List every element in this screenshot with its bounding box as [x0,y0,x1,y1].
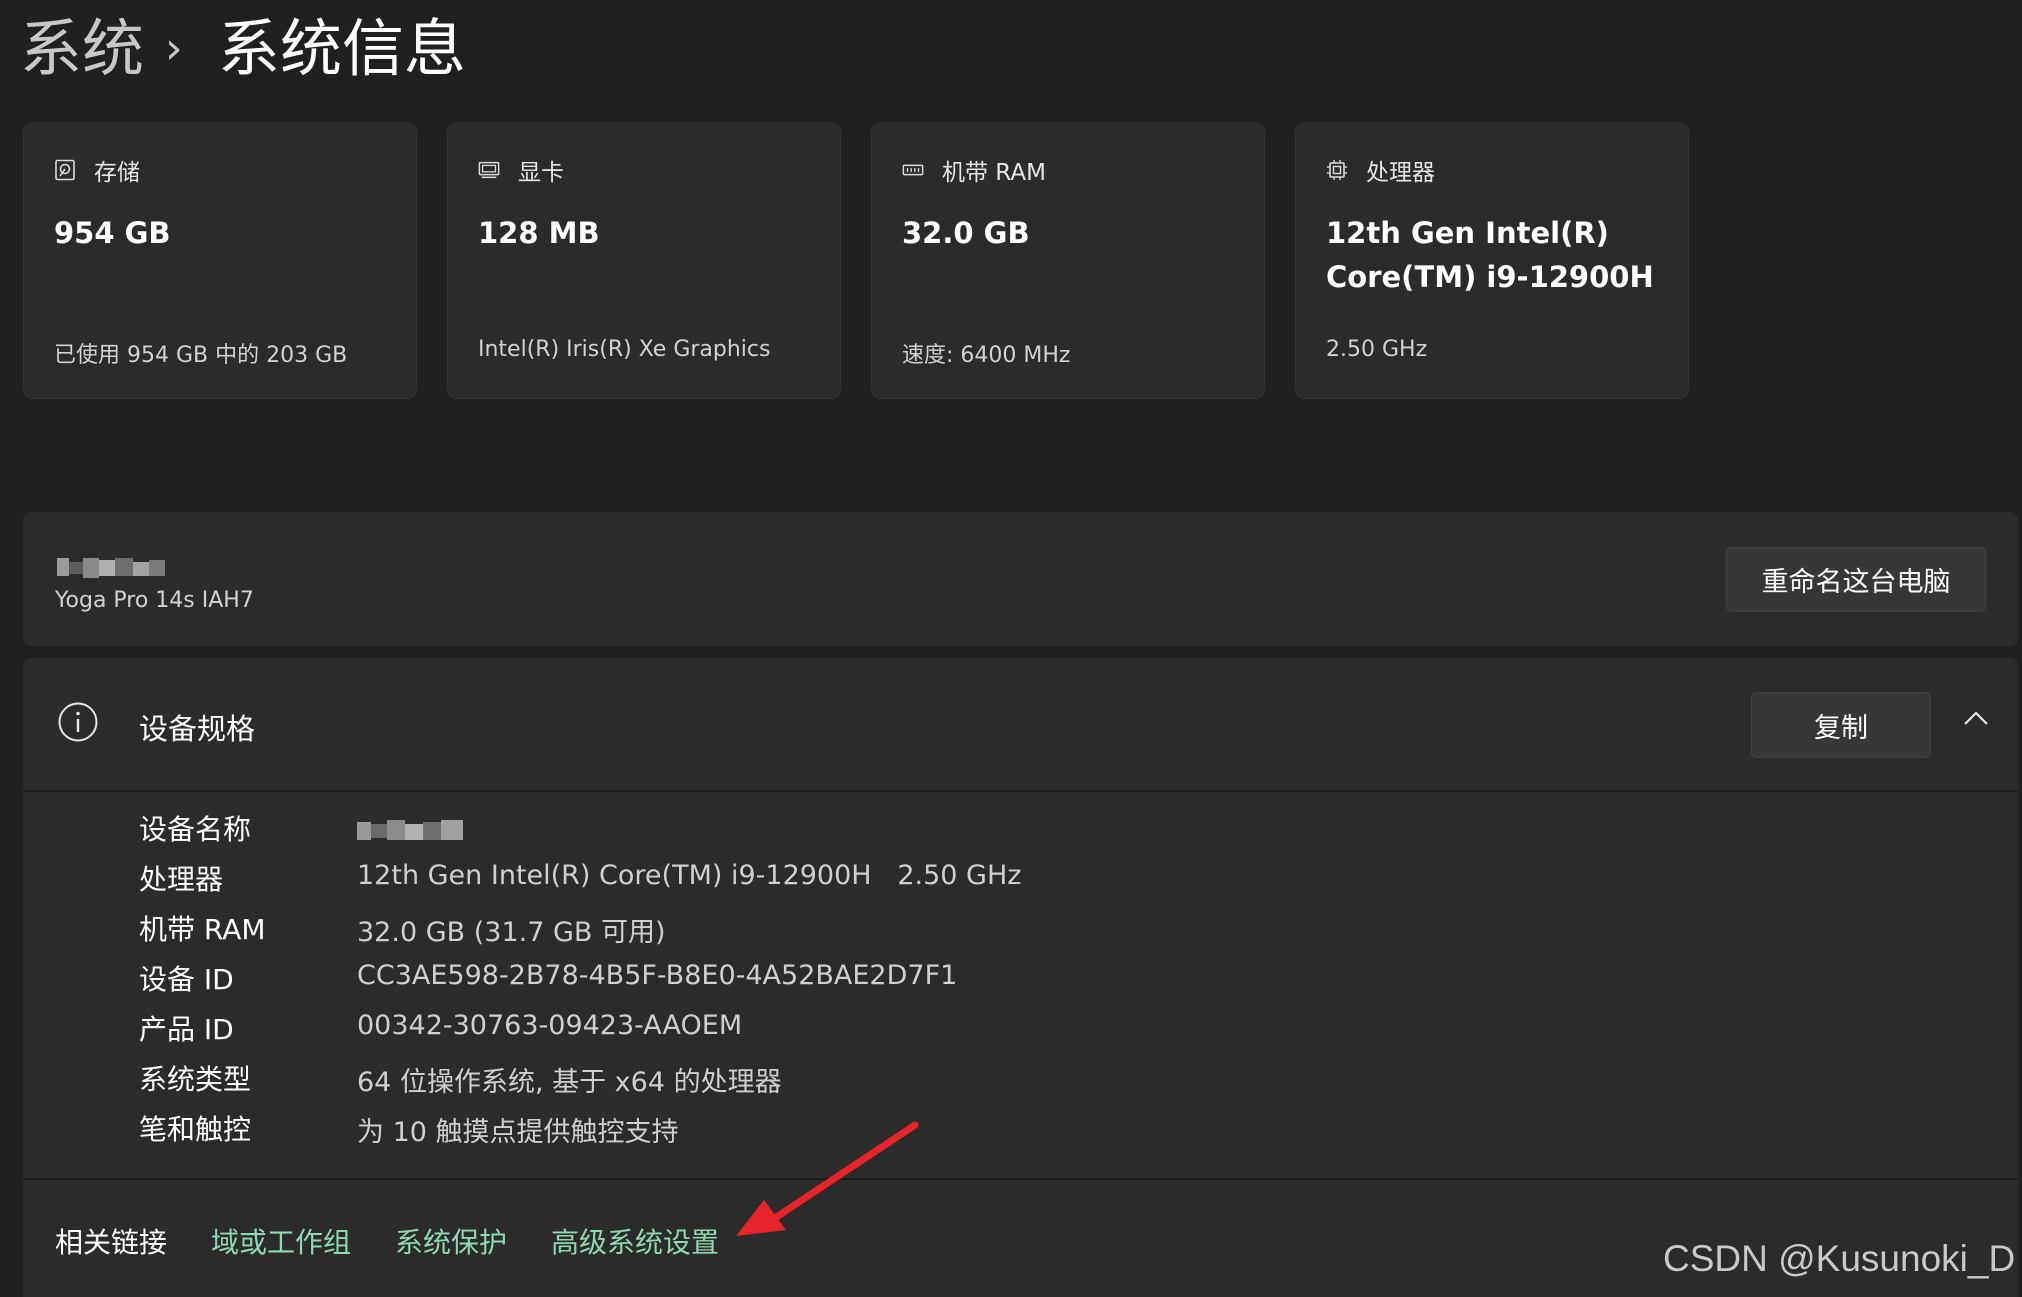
spec-key: 机带 RAM [139,913,266,946]
spec-value: 64 位操作系统, 基于 x64 的处理器 [357,1067,782,1098]
ram-speed: 速度: 6400 MHz [902,343,1071,368]
redacted-device-name [357,820,463,840]
device-specs-title: 设备规格 [139,712,256,746]
watermark: CSDN @Kusunoki_D [1663,1238,2016,1279]
storage-label: 存储 [94,160,140,186]
ram-icon [902,164,924,176]
computer-name-panel: Yoga Pro 14s IAH7 重命名这台电脑 [23,512,2018,646]
link-advanced-system-settings[interactable]: 高级系统设置 [551,1221,719,1261]
spec-value: 00342-30763-09423-AAOEM [357,1010,743,1041]
spec-value: CC3AE598-2B78-4B5F-B8E0-4A52BAE2D7F1 [357,960,958,991]
arrow-shaft [768,1121,919,1224]
storage-icon [55,159,75,181]
graphics-label: 显卡 [518,160,564,186]
device-specs-panel: 设备规格 复制 设备名称 处理器 12th Gen Intel(R) Core(… [23,658,2018,1297]
spec-value: 为 10 触摸点提供触控支持 [357,1117,679,1148]
storage-usage: 已使用 954 GB 中的 203 GB [54,343,348,368]
spec-value: 12th Gen Intel(R) Core(TM) i9-12900H 2.5… [357,860,1022,891]
processor-card[interactable]: 处理器 12th Gen Intel(R) Core(TM) i9-12900H… [1295,122,1689,399]
spec-key: 设备 ID [139,963,234,996]
link-domain-workgroup[interactable]: 域或工作组 [211,1221,351,1261]
breadcrumb-system[interactable]: 系统 [20,10,144,88]
info-icon [58,702,98,742]
device-specs-header[interactable]: 设备规格 复制 [23,658,2018,792]
spec-key: 产品 ID [139,1013,234,1046]
device-model: Yoga Pro 14s IAH7 [55,588,254,613]
redacted-computer-name [57,558,165,578]
graphics-model: Intel(R) Iris(R) Xe Graphics [478,337,771,362]
link-system-protection[interactable]: 系统保护 [395,1221,507,1261]
divider [23,1178,2018,1180]
ram-value: 32.0 GB [902,216,1030,250]
storage-card[interactable]: 存储 954 GB 已使用 954 GB 中的 203 GB [23,122,417,399]
ram-label: 机带 RAM [942,160,1046,186]
copy-button[interactable]: 复制 [1751,692,1931,758]
chevron-up-icon[interactable] [1959,702,1993,736]
processor-label: 处理器 [1366,160,1435,186]
processor-speed: 2.50 GHz [1326,337,1428,362]
graphics-value: 128 MB [478,216,600,250]
spec-value: 32.0 GB (31.7 GB 可用) [357,917,666,948]
spec-key: 系统类型 [139,1063,252,1096]
chevron-right-icon: › [165,23,183,74]
spec-key: 设备名称 [139,813,252,846]
page-title: 系统信息 [218,12,467,85]
processor-icon [1327,160,1347,180]
graphics-card[interactable]: 显卡 128 MB Intel(R) Iris(R) Xe Graphics [447,122,841,399]
spec-key: 处理器 [139,863,224,896]
annotation-arrow-icon [736,1121,919,1236]
rename-pc-button[interactable]: 重命名这台电脑 [1726,547,1986,612]
storage-value: 954 GB [54,216,171,250]
ram-card[interactable]: 机带 RAM 32.0 GB 速度: 6400 MHz [871,122,1265,399]
spec-key: 笔和触控 [139,1113,252,1146]
related-links-label: 相关链接 [55,1226,168,1259]
processor-value: 12th Gen Intel(R) Core(TM) i9-12900H [1326,216,1654,294]
display-adapter-icon [478,161,500,179]
